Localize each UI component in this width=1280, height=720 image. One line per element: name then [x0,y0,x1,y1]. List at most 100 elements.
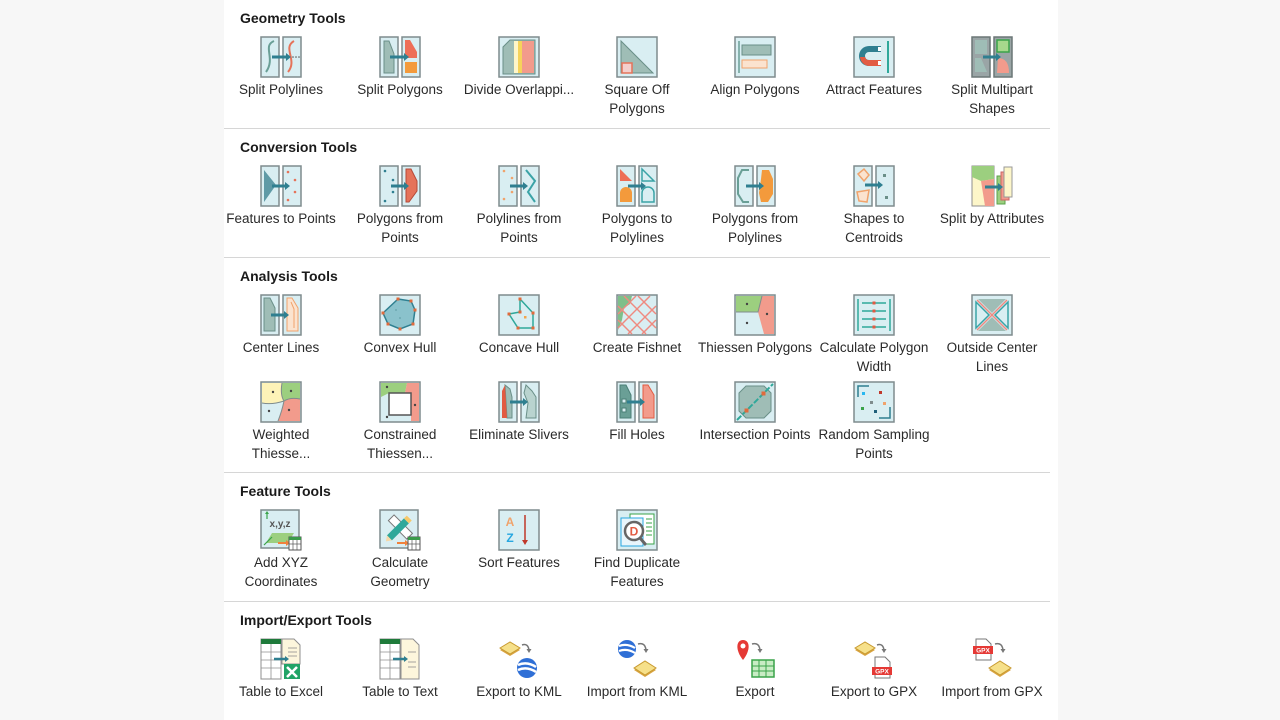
tool-calculate-geometry[interactable]: Calculate Geometry [341,509,459,591]
tool-export[interactable]: Export [696,638,814,702]
tool-create-fishnet[interactable]: Create Fishnet [578,294,696,358]
import-from-gpx-icon: GPX [973,638,1012,677]
section-title: Conversion Tools [240,139,358,155]
tool-convex-hull[interactable]: Convex Hull [341,294,459,358]
tool-random-sampling-points[interactable]: Random Sampling Points [815,381,933,463]
tool-align-polygons[interactable]: Align Polygons [696,36,814,100]
import-from-kml-icon [618,640,657,677]
tool-label: Attract Features [825,82,923,97]
tool-label: Thiessen Polygons [697,340,813,355]
tool-features-to-points[interactable]: Features to Points [222,165,340,229]
tool-label: Calculate Geometry [370,555,430,589]
tool-label: Create Fishnet [592,340,682,355]
tool-concave-hull[interactable]: Concave Hull [460,294,578,358]
tool-thiessen-polygons[interactable]: Thiessen Polygons [696,294,814,358]
square-off-polygons-icon [616,36,658,78]
section-analysis-tools: Analysis Tools Center Lines Convex Hull … [224,258,1050,473]
tool-calculate-polygon-width[interactable]: Calculate Polygon Width [815,294,933,376]
shapes-to-centroids-icon [853,165,895,207]
features-to-points-icon [260,165,302,207]
create-fishnet-icon [616,294,658,336]
tool-label: Add XYZ Coordinates [244,555,318,589]
table-to-excel-icon [260,638,301,680]
tool-import-from-gpx[interactable]: GPX Import from GPX [933,638,1051,702]
tool-polygons-to-polylines[interactable]: Polygons to Polylines [578,165,696,247]
weighted-thiessen-icon [260,381,302,423]
section-title: Feature Tools [240,483,331,499]
outside-center-lines-icon [971,294,1013,336]
tool-label: Calculate Polygon Width [819,340,929,374]
tool-attract-features[interactable]: Attract Features [815,36,933,100]
section-title: Geometry Tools [240,10,346,26]
tool-split-polygons[interactable]: Split Polygons [341,36,459,100]
tool-split-multipart-shapes[interactable]: Split Multipart Shapes [933,36,1051,118]
tool-label: Polygons from Polylines [711,211,799,245]
tool-label: Polygons to Polylines [601,211,673,245]
tool-add-xyz-coordinates[interactable]: x,y,z Add XYZ Coordinates [222,509,340,591]
tool-shapes-to-centroids[interactable]: Shapes to Centroids [815,165,933,247]
tool-export-to-gpx[interactable]: GPX Export to GPX [815,638,933,702]
tool-import-from-kml[interactable]: Import from KML [578,638,696,702]
tool-label: Import from GPX [941,684,1043,699]
eliminate-slivers-icon [498,381,540,423]
tool-weighted-thiessen[interactable]: Weighted Thiesse... [222,381,340,463]
tool-center-lines[interactable]: Center Lines [222,294,340,358]
section-conversion-tools: Conversion Tools Features to Points Poly… [224,129,1050,258]
section-geometry-tools: Geometry Tools Split Polylines Split Pol… [224,0,1050,129]
tools-panel: Geometry Tools Split Polylines Split Pol… [224,0,1058,720]
tool-label: Table to Text [362,684,438,699]
export-to-gpx-icon: GPX [854,641,892,679]
svg-text:GPX: GPX [976,648,990,655]
random-sampling-points-icon [853,381,895,423]
tool-polygons-from-polylines[interactable]: Polygons from Polylines [696,165,814,247]
split-polylines-icon [260,36,302,78]
tool-label: Split Polylines [238,82,324,97]
tool-label: Fill Holes [609,427,665,442]
tool-label: Constrained Thiessen... [363,427,437,461]
tool-table-to-excel[interactable]: Table to Excel [222,638,340,702]
calculate-geometry-icon [379,509,421,551]
tool-constrained-thiessen[interactable]: Constrained Thiessen... [341,381,459,463]
tool-sort-features[interactable]: A Z Sort Features [460,509,578,573]
tool-split-by-attributes[interactable]: Split by Attributes [933,165,1051,229]
tool-label: Export to GPX [830,684,918,699]
tool-square-off-polygons[interactable]: Square Off Polygons [578,36,696,118]
fill-holes-icon [616,381,658,423]
tool-label: Square Off Polygons [604,82,670,116]
tool-label: Random Sampling Points [818,427,930,461]
divide-overlapping-icon [498,36,540,78]
tool-divide-overlapping[interactable]: Divide Overlappi... [460,36,578,100]
tool-eliminate-slivers[interactable]: Eliminate Slivers [460,381,578,445]
polylines-from-points-icon [498,165,540,207]
tool-label: Export to KML [476,684,562,699]
tool-polygons-from-points[interactable]: Polygons from Points [341,165,459,247]
tool-label: Import from KML [586,684,688,699]
tool-outside-center-lines[interactable]: Outside Center Lines [933,294,1051,376]
attract-features-icon [853,36,895,78]
tool-find-duplicate-features[interactable]: D Find Duplicate Features [578,509,696,591]
polygons-to-polylines-icon [616,165,658,207]
tool-label: Split Polygons [357,82,443,97]
svg-text:GPX: GPX [875,669,889,676]
split-by-attributes-icon [971,165,1013,207]
tool-label: Export [735,684,775,699]
tool-label: Shapes to Centroids [843,211,905,245]
calculate-polygon-width-icon [853,294,895,336]
tool-label: Features to Points [226,211,336,226]
tool-export-to-kml[interactable]: Export to KML [460,638,578,702]
polygons-from-polylines-icon [734,165,776,207]
tool-fill-holes[interactable]: Fill Holes [578,381,696,445]
tool-label: Divide Overlappi... [463,82,575,97]
tool-label: Sort Features [478,555,560,570]
section-import-export-tools: Import/Export Tools Table to Excel Table… [224,602,1050,720]
export-icon [737,640,775,678]
tool-label: Eliminate Slivers [469,427,569,442]
concave-hull-icon [498,294,540,336]
tool-polylines-from-points[interactable]: Polylines from Points [460,165,578,247]
tool-split-polylines[interactable]: Split Polylines [222,36,340,100]
tool-table-to-text[interactable]: Table to Text [341,638,459,702]
tool-label: Concave Hull [478,340,560,355]
tool-intersection-points[interactable]: Intersection Points [696,381,814,445]
align-polygons-icon [734,36,776,78]
section-title: Import/Export Tools [240,612,372,628]
